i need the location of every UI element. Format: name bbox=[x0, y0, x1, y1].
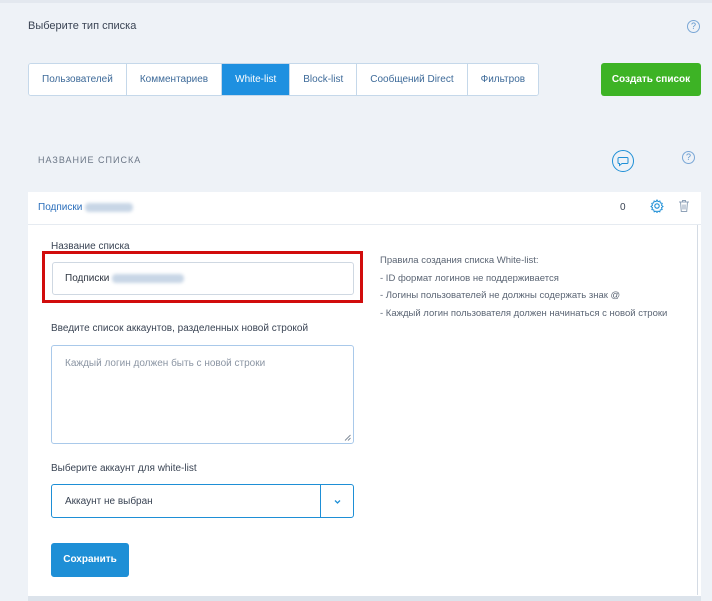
tab-comments[interactable]: Комментариев bbox=[126, 64, 223, 95]
trash-icon[interactable] bbox=[678, 199, 690, 213]
blurred-username bbox=[85, 202, 134, 212]
account-select[interactable]: Аккаунт не выбран bbox=[51, 484, 354, 518]
rule-item: - Каждый логин пользователя должен начин… bbox=[380, 307, 668, 319]
chat-icon[interactable] bbox=[612, 150, 634, 172]
tab-white-list[interactable]: White-list bbox=[222, 64, 291, 95]
create-list-button[interactable]: Создать список bbox=[601, 63, 701, 96]
blurred-username bbox=[112, 273, 185, 283]
list-item-name[interactable]: Подписки bbox=[38, 202, 134, 213]
accounts-placeholder: Каждый логин должен быть с новой строки bbox=[65, 358, 266, 369]
bottom-strip bbox=[28, 596, 701, 601]
white-list-rules: Правила создания списка White-list: - ID… bbox=[380, 252, 667, 322]
tab-users[interactable]: Пользователей bbox=[29, 64, 127, 95]
list-item-row[interactable]: Подписки 0 bbox=[28, 192, 701, 225]
accounts-textarea[interactable]: Каждый логин должен быть с новой строки bbox=[51, 345, 354, 444]
list-help-icon[interactable]: ? bbox=[682, 151, 695, 164]
accounts-label: Введите список аккаунтов, разделенных но… bbox=[51, 323, 309, 334]
list-item-name-text: Подписки bbox=[38, 202, 83, 213]
list-name-input[interactable]: Подписки bbox=[52, 262, 354, 295]
gear-icon[interactable] bbox=[650, 199, 664, 213]
panel-right-border bbox=[697, 225, 698, 595]
top-strip bbox=[0, 0, 712, 3]
rule-item: - Логины пользователей не должны содержа… bbox=[380, 290, 621, 301]
rules-title: Правила создания списка White-list: bbox=[380, 255, 539, 266]
chat-bubble-icon bbox=[617, 157, 629, 167]
list-name-value: Подписки bbox=[65, 273, 110, 284]
account-select-label: Выберите аккаунт для white-list bbox=[51, 463, 197, 474]
tab-filters[interactable]: Фильтров bbox=[467, 64, 539, 95]
tab-direct-messages[interactable]: Сообщений Direct bbox=[357, 64, 468, 95]
account-select-value: Аккаунт не выбран bbox=[65, 496, 153, 507]
tab-block-list[interactable]: Block-list bbox=[290, 64, 358, 95]
rule-item: - ID формат логинов не поддерживается bbox=[380, 272, 559, 284]
list-type-tabs: Пользователей Комментариев White-list Bl… bbox=[28, 63, 540, 96]
chevron-down-icon[interactable] bbox=[332, 496, 343, 507]
save-button[interactable]: Сохранить bbox=[51, 543, 129, 577]
list-name-column-header: НАЗВАНИЕ СПИСКА bbox=[38, 155, 142, 165]
resize-handle-icon[interactable] bbox=[344, 434, 351, 441]
list-item-count: 0 bbox=[620, 202, 626, 213]
help-icon[interactable]: ? bbox=[687, 20, 700, 33]
select-divider bbox=[320, 485, 321, 517]
section-title: Выберите тип списка bbox=[28, 20, 137, 32]
